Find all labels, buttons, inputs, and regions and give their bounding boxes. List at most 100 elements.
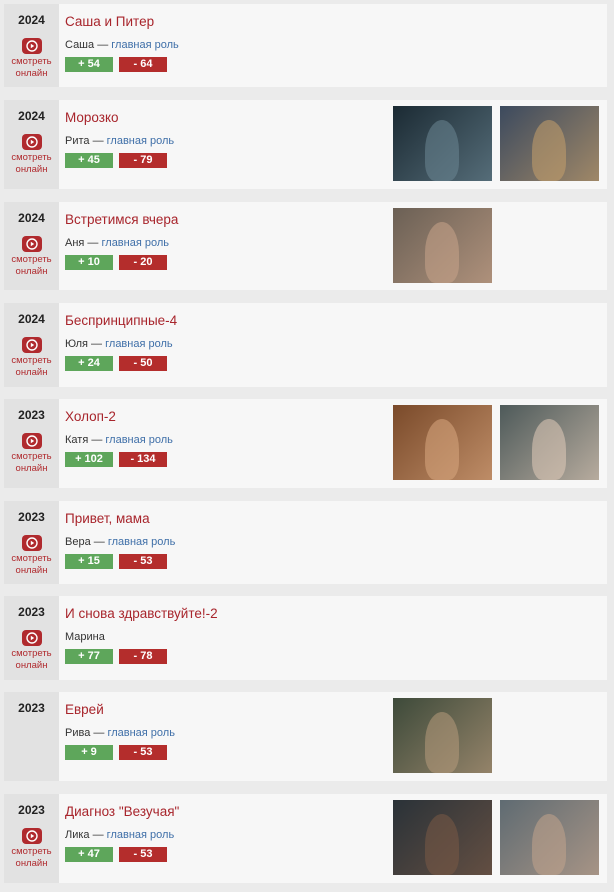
film-info: Саша и Питер Саша — главная роль + 54 - 64	[59, 4, 607, 87]
vote-minus-button[interactable]: - 53	[119, 745, 167, 760]
film-year: 2023	[18, 605, 45, 619]
year-column: 2023 смотреть онлайн	[4, 596, 59, 680]
watch-online-button[interactable]: смотреть онлайн	[4, 134, 59, 176]
role-separator: —	[84, 237, 102, 249]
vote-plus-button[interactable]: + 10	[65, 255, 113, 270]
vote-plus-button[interactable]: + 77	[65, 649, 113, 664]
watch-online-button[interactable]: смотреть онлайн	[4, 630, 59, 672]
play-icon[interactable]	[21, 38, 42, 54]
role-type-link[interactable]: главная роль	[105, 434, 173, 446]
vote-minus-button[interactable]: - 64	[119, 57, 167, 72]
film-info: Диагноз "Везучая" Лика — главная роль + 47…	[59, 794, 607, 883]
vote-buttons: + 15 - 53	[65, 554, 607, 569]
play-icon[interactable]	[21, 236, 42, 252]
role-separator: —	[90, 727, 108, 739]
vote-buttons: + 10 - 20	[65, 255, 607, 270]
play-icon[interactable]	[21, 337, 42, 353]
vote-plus-button[interactable]: + 45	[65, 153, 113, 168]
year-column: 2023	[4, 692, 59, 781]
role-type-link[interactable]: главная роль	[107, 135, 175, 147]
vote-plus-button[interactable]: + 54	[65, 57, 113, 72]
vote-plus-button[interactable]: + 24	[65, 356, 113, 371]
role-type-link[interactable]: главная роль	[107, 727, 175, 739]
vote-plus-button[interactable]: + 15	[65, 554, 113, 569]
film-stills	[393, 800, 607, 875]
role-separator: —	[88, 434, 106, 446]
film-stills	[393, 698, 500, 773]
watch-online-button[interactable]: смотреть онлайн	[4, 433, 59, 475]
film-year: 2023	[18, 701, 45, 715]
role-separator: —	[89, 829, 107, 841]
film-title-link[interactable]: Привет, мама	[65, 510, 607, 528]
film-year: 2023	[18, 408, 45, 422]
film-title-link[interactable]: Саша и Питер	[65, 13, 607, 31]
watch-online-label: смотреть онлайн	[11, 152, 52, 175]
film-still-image[interactable]	[393, 106, 492, 181]
role-line: Рива — главная роль	[65, 726, 607, 740]
play-icon[interactable]	[21, 433, 42, 449]
film-still-image[interactable]	[393, 698, 492, 773]
watch-online-button[interactable]: смотреть онлайн	[4, 337, 59, 379]
vote-minus-button[interactable]: - 53	[119, 847, 167, 862]
character-name: Катя	[65, 434, 89, 446]
play-icon[interactable]	[21, 535, 42, 551]
watch-online-button[interactable]: смотреть онлайн	[4, 535, 59, 577]
film-still-image[interactable]	[500, 106, 599, 181]
film-row: 2024 смотреть онлайн Встретимся вчера Аня —…	[4, 202, 607, 290]
role-line: Вера — главная роль	[65, 535, 607, 549]
vote-minus-button[interactable]: - 20	[119, 255, 167, 270]
role-separator: —	[89, 135, 107, 147]
film-info: Привет, мама Вера — главная роль + 15 - 53	[59, 501, 607, 584]
film-year: 2023	[18, 510, 45, 524]
play-icon[interactable]	[21, 630, 42, 646]
vote-minus-button[interactable]: - 79	[119, 153, 167, 168]
film-title-link[interactable]: Встретимся вчера	[65, 211, 607, 229]
film-still-image[interactable]	[393, 405, 492, 480]
film-title-link[interactable]: Еврей	[65, 701, 607, 719]
film-still-image[interactable]	[500, 405, 599, 480]
watch-online-button[interactable]: смотреть онлайн	[4, 828, 59, 870]
watch-online-button[interactable]: смотреть онлайн	[4, 236, 59, 278]
film-stills	[393, 405, 607, 480]
vote-buttons: + 9 - 53	[65, 745, 607, 760]
watch-online-label: смотреть онлайн	[11, 846, 52, 869]
film-year: 2023	[18, 803, 45, 817]
still-figure	[425, 814, 459, 875]
film-stills	[393, 208, 500, 283]
vote-buttons: + 54 - 64	[65, 57, 607, 72]
role-type-link[interactable]: главная роль	[107, 829, 175, 841]
vote-minus-button[interactable]: - 134	[119, 452, 167, 467]
vote-minus-button[interactable]: - 78	[119, 649, 167, 664]
vote-plus-button[interactable]: + 47	[65, 847, 113, 862]
film-still-image[interactable]	[500, 800, 599, 875]
still-figure	[532, 814, 566, 875]
watch-online-label: смотреть онлайн	[11, 553, 52, 576]
watch-online-button[interactable]: смотреть онлайн	[4, 38, 59, 80]
role-type-link[interactable]: главная роль	[111, 39, 179, 51]
film-info: Морозко Рита — главная роль + 45- 79	[59, 100, 607, 189]
year-column: 2023 смотреть онлайн	[4, 399, 59, 488]
film-row: 2023 смотреть онлайн И снова здравствуйте!…	[4, 596, 607, 680]
role-type-link[interactable]: главная роль	[105, 338, 173, 350]
film-title-link[interactable]: Беспринципные-4	[65, 312, 607, 330]
vote-minus-button[interactable]: - 53	[119, 554, 167, 569]
still-figure	[425, 419, 459, 480]
play-icon[interactable]	[21, 134, 42, 150]
vote-plus-button[interactable]: + 102	[65, 452, 113, 467]
play-icon[interactable]	[21, 828, 42, 844]
year-column: 2023 смотреть онлайн	[4, 501, 59, 584]
character-name: Лика	[65, 829, 90, 841]
film-year: 2024	[18, 13, 45, 27]
film-stills	[393, 106, 607, 181]
role-type-link[interactable]: главная роль	[108, 536, 176, 548]
film-title-link[interactable]: И снова здравствуйте!-2	[65, 605, 607, 623]
film-row: 2023 смотреть онлайн Диагноз "Везучая" Лика…	[4, 794, 607, 883]
film-still-image[interactable]	[393, 208, 492, 283]
character-name: Рива	[65, 727, 91, 739]
role-type-link[interactable]: главная роль	[102, 237, 170, 249]
film-info: Беспринципные-4 Юля — главная роль + 24 - 5…	[59, 303, 607, 387]
film-row: 2024 смотреть онлайн Морозко Рита — главная…	[4, 100, 607, 189]
vote-minus-button[interactable]: - 50	[119, 356, 167, 371]
film-still-image[interactable]	[393, 800, 492, 875]
vote-plus-button[interactable]: + 9	[65, 745, 113, 760]
